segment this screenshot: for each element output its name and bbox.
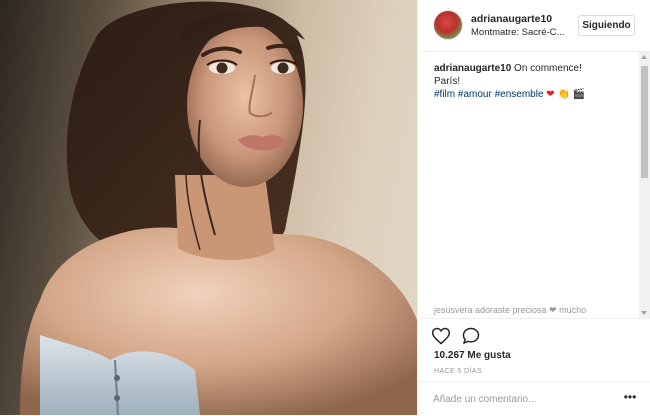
post-side-panel: adrianaugarte10 Montmatre: Sacré-C... Si…	[417, 0, 650, 415]
scroll-thumb[interactable]	[641, 66, 648, 178]
hashtag-amour[interactable]: #amour	[458, 89, 492, 100]
post-actions: 10.267 Me gusta HACE 5 DÍAS •••	[418, 318, 650, 415]
caption-line1: On commence!	[514, 63, 582, 74]
scroll-up-icon[interactable]	[641, 55, 647, 59]
clapper-emoji: 🎬	[572, 89, 586, 100]
heart-emoji: ❤	[546, 89, 555, 100]
photo-illustration	[20, 1, 417, 415]
comment-input[interactable]	[433, 390, 603, 408]
post-header: adrianaugarte10 Montmatre: Sacré-C... Si…	[418, 0, 650, 52]
heart-outline-icon[interactable]	[431, 326, 451, 346]
post-location[interactable]: Montmatre: Sacré-C...	[471, 27, 569, 38]
comments-scrollbar[interactable]	[639, 52, 650, 318]
post-photo[interactable]	[0, 0, 417, 415]
clap-emoji: 👏	[557, 89, 570, 100]
caption-line2: París!	[434, 76, 461, 87]
hashtag-film[interactable]: #film	[434, 89, 455, 100]
avatar[interactable]	[433, 10, 463, 40]
hashtag-ensemble[interactable]: #ensemble	[495, 89, 544, 100]
more-options-icon[interactable]: •••	[623, 391, 637, 406]
following-button[interactable]: Siguiendo	[578, 15, 635, 36]
comment-preview: jesusvera adoraste preciosa ❤ mucho	[434, 306, 587, 315]
add-comment-section: •••	[418, 381, 650, 416]
comments-area: adrianaugarte10 On commence! París! #fil…	[418, 52, 650, 318]
caption-username[interactable]: adrianaugarte10	[434, 63, 511, 74]
likes-count[interactable]: 10.267 Me gusta	[434, 350, 511, 361]
speech-bubble-icon[interactable]	[461, 326, 481, 346]
post-caption: adrianaugarte10 On commence! París! #fil…	[434, 62, 634, 101]
post-timestamp[interactable]: HACE 5 DÍAS	[434, 368, 482, 375]
author-username[interactable]: adrianaugarte10	[471, 13, 552, 25]
instagram-post: adrianaugarte10 Montmatre: Sacré-C... Si…	[0, 0, 650, 415]
scroll-down-icon[interactable]	[641, 311, 647, 315]
